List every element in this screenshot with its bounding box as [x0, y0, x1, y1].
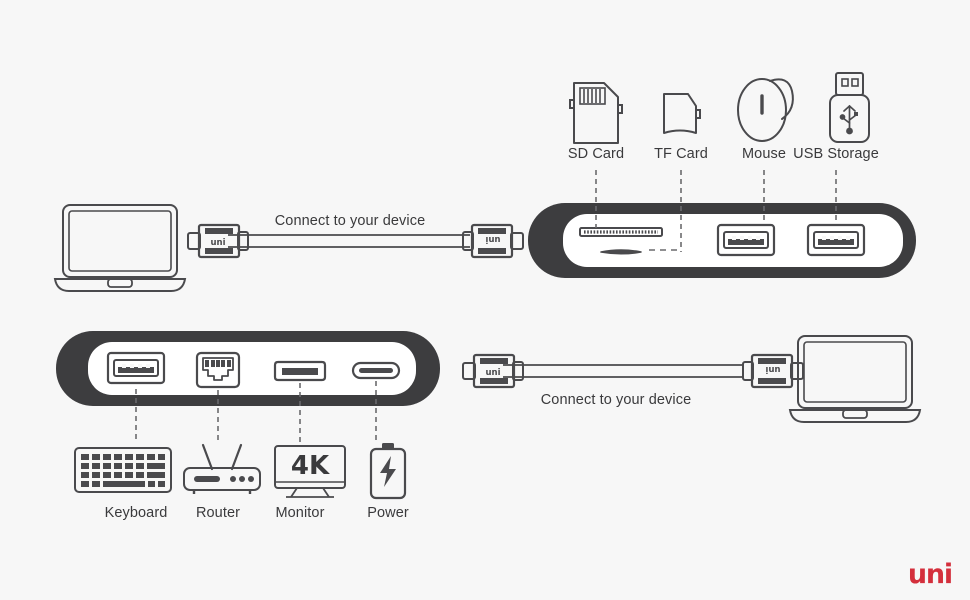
bottom-laptop-icon	[789, 335, 921, 423]
label-monitor: Monitor	[275, 505, 325, 521]
diagram-canvas: uni uni uni uni 4K SD Card TF Card Mouse…	[0, 0, 970, 600]
label-power: Power	[367, 505, 409, 521]
power-battery-icon	[369, 443, 407, 500]
port-tf-card-slot[interactable]	[600, 249, 642, 255]
monitor-4k-badge: 4K	[291, 451, 330, 481]
svg-text:uni: uni	[485, 368, 500, 378]
bottom-cable-connector-left: uni	[461, 353, 525, 389]
bottom-cable-connector-right: uni	[741, 353, 805, 389]
bottom-cable	[503, 364, 742, 378]
bottom-cable-caption: Connect to your device	[540, 392, 692, 408]
svg-text:uni: uni	[210, 238, 225, 248]
label-usb-storage: USB Storage	[793, 146, 879, 162]
mouse-icon	[737, 78, 794, 142]
sd-card-icon	[569, 82, 623, 144]
top-cable-connector-right: uni	[461, 223, 525, 259]
label-tf-card: TF Card	[654, 146, 708, 162]
monitor-icon: 4K	[274, 445, 346, 498]
svg-text:uni: uni	[485, 234, 500, 244]
uni-brand-logo: uni	[907, 559, 953, 590]
top-cable	[228, 234, 470, 248]
router-icon	[183, 443, 261, 494]
top-laptop-icon	[54, 204, 186, 292]
svg-text:uni: uni	[765, 364, 780, 374]
top-cable-caption: Connect to your device	[274, 213, 426, 229]
tf-card-icon	[663, 93, 701, 134]
usb-storage-icon	[829, 72, 870, 143]
top-cable-connector-left: uni	[186, 223, 250, 259]
keyboard-icon	[74, 447, 172, 493]
